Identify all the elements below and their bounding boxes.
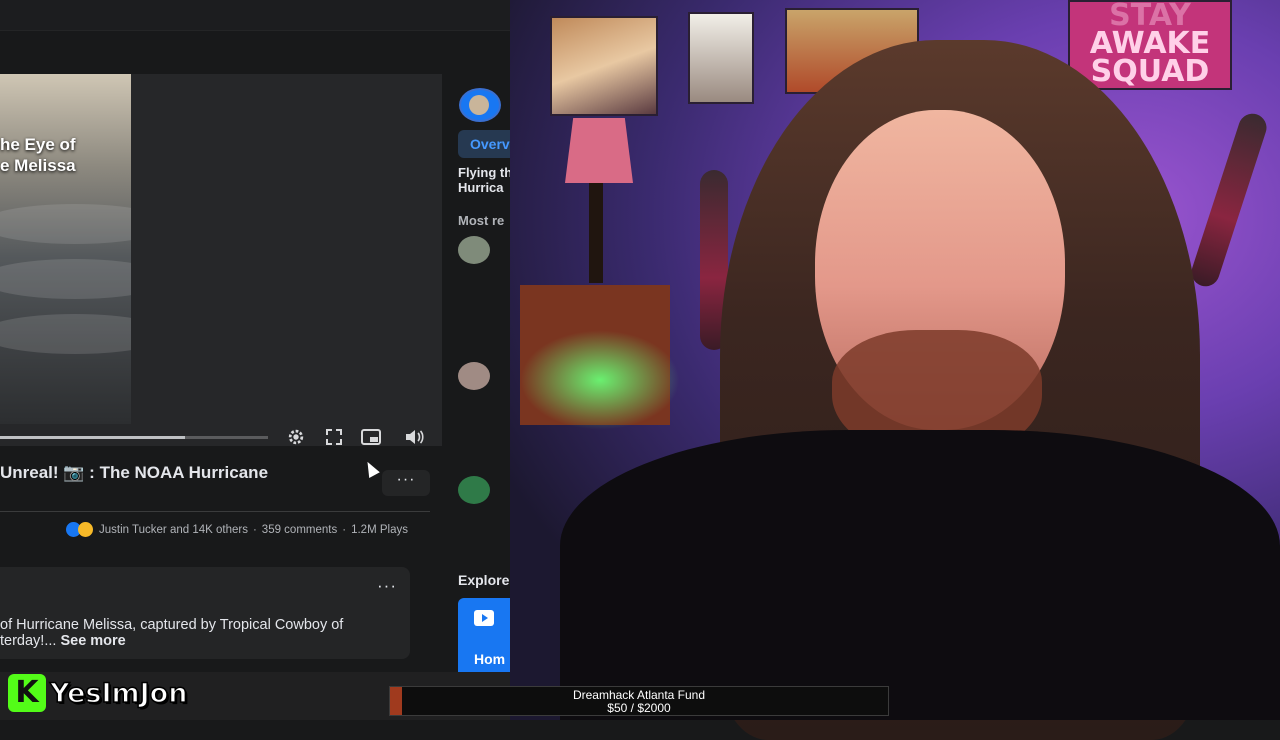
lamp-shade [565,118,633,183]
wall-poster [550,16,658,116]
most-relevant-filter[interactable]: Most re [458,213,504,228]
fund-amount: $50 / $2000 [607,701,671,715]
description-more-button[interactable]: ··· [377,576,397,596]
more-options-button[interactable]: ··· [382,470,430,496]
commenter-avatar[interactable] [458,236,490,264]
home-shortcut-card[interactable]: Hom [458,598,510,678]
separator: · [342,523,347,536]
video-progress-bar[interactable] [0,436,268,439]
tab-overview[interactable]: Overv [458,130,510,158]
streamer-handle: YesImJon [49,677,188,710]
video-progress-fill [0,436,185,439]
plays-count: 1.2M Plays [351,523,408,536]
kick-logo-icon: K [8,674,46,712]
lamp-stand [589,183,603,283]
facebook-video-page: he Eye of e Melissa Unreal! 📷 : The NOAA… [0,0,510,720]
fullscreen-icon[interactable] [322,426,346,448]
video-description: of Hurricane Melissa, captured by Tropic… [0,617,344,649]
thumbnail-title: he Eye of e Melissa [0,135,76,175]
comments-count[interactable]: 359 comments [262,524,337,536]
fund-title: Dreamhack Atlanta Fund [572,688,706,702]
green-light-glow [520,330,680,430]
sidebar-post-title[interactable]: Flying th Hurrica [458,165,510,195]
explore-heading: Explore [458,572,510,588]
video-title: Unreal! 📷 : The NOAA Hurricane [0,463,269,482]
volume-icon[interactable] [403,426,427,448]
fund-progress-widget: Dreamhack Atlanta Fund $50 / $2000 [389,686,889,716]
separator: · [252,523,257,536]
commenter-avatar[interactable] [458,362,490,390]
gear-icon[interactable] [284,426,308,448]
streamer-shirt [560,430,1280,720]
streamer-brand: K YesImJon [8,674,188,712]
mouse-cursor-icon [362,459,380,478]
commenter-avatar[interactable] [458,476,490,504]
cloud-shape [0,204,131,244]
wall-poster [688,12,754,104]
cloud-shape [0,259,131,299]
page-avatar[interactable] [459,88,501,122]
cloud-shape [0,314,131,354]
reactions-count[interactable]: Justin Tucker and 14K others [99,524,248,536]
see-more-link[interactable]: See more [60,633,125,649]
wow-reaction-icon[interactable] [78,522,93,537]
video-player[interactable]: he Eye of e Melissa [0,74,442,446]
browser-top-bar [0,0,510,31]
video-stats: Justin Tucker and 14K others · 359 comme… [66,522,408,537]
home-label: Hom [474,651,506,667]
divider [0,511,430,512]
stay-awake-squad-poster: STAY AWAKE SQUAD [1068,0,1232,90]
video-play-icon [474,610,494,626]
video-thumbnail[interactable]: he Eye of e Melissa [0,74,131,424]
picture-in-picture-icon[interactable] [359,426,383,448]
